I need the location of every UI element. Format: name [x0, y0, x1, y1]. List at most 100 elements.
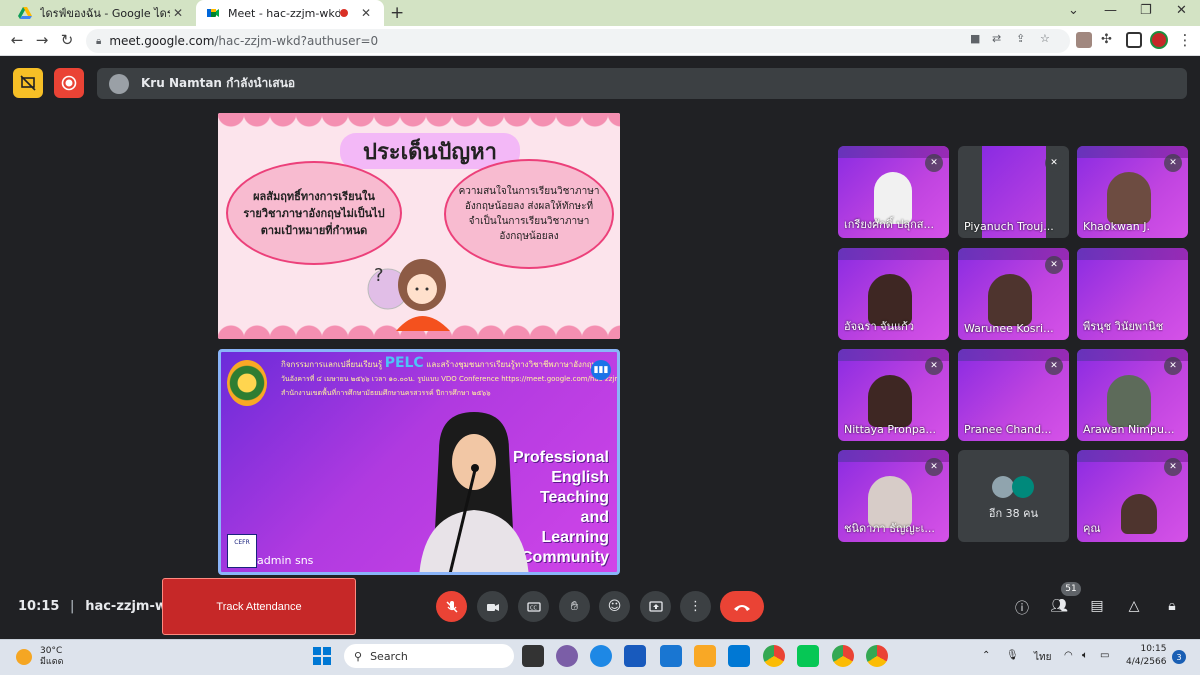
participant-tile[interactable]: พีรนุช วินัยพานิช [1077, 248, 1188, 340]
main-video-tile[interactable]: กิจกรรมการแลกเปลี่ยนเรียนรู้ PELC และสร้… [218, 349, 620, 575]
battery-icon[interactable]: ▭ [1100, 650, 1109, 661]
browser-menu-icon[interactable]: ⋮ [1176, 31, 1194, 49]
address-bar[interactable]: 🔒︎ meet.google.com/hac-zzjm-wkd?authuser… [86, 29, 1070, 53]
mic-off-icon: ✕ [1045, 256, 1063, 274]
camera-toggle-button[interactable] [477, 591, 508, 622]
captions-button[interactable]: CC [518, 591, 549, 622]
chrome-icon[interactable] [763, 645, 785, 667]
translate-icon[interactable]: ⇄ [992, 32, 1001, 45]
close-window-button[interactable]: ✕ [1176, 3, 1187, 18]
restore-button[interactable]: ❐ [1140, 3, 1152, 18]
mail-icon[interactable] [728, 645, 750, 667]
search-placeholder: Search [370, 649, 408, 663]
system-clock[interactable]: 10:15 4/4/2566 [1126, 643, 1166, 669]
camera-in-use-icon[interactable]: ■ [970, 32, 980, 45]
tab-label: Meet - hac-zzjm-wkd [228, 6, 340, 20]
activities-icon[interactable]: △ [1124, 598, 1144, 614]
lock-icon: 🔒︎ [96, 35, 102, 47]
bookmark-star-icon[interactable]: ☆ [1040, 32, 1050, 45]
microphone-icon[interactable]: 🎙︎ [1006, 650, 1019, 661]
people-icon[interactable]: 👥︎ [1049, 598, 1069, 614]
profile-avatar-icon[interactable] [1150, 31, 1168, 49]
share-icon[interactable]: ⇪ [1016, 32, 1025, 45]
participant-name: Khaokwan J. [1083, 220, 1150, 233]
participant-tile[interactable]: ✕ ชนิดาภา ธัญญะเ... [838, 450, 949, 542]
present-icon [648, 600, 663, 612]
reload-icon[interactable]: ↻ [58, 31, 76, 49]
close-tab-icon[interactable]: ✕ [358, 6, 374, 20]
more-options-button[interactable]: ⋮ [680, 591, 711, 622]
windows-start-icon[interactable] [312, 646, 334, 668]
file-explorer-icon[interactable] [694, 645, 716, 667]
weather-widget[interactable]: 30°C มีแดด [16, 646, 63, 668]
chat-app-icon[interactable] [556, 645, 578, 667]
tab-search-icon[interactable]: ⌄ [1068, 3, 1079, 18]
clock-time: 10:15 [1140, 644, 1167, 654]
meeting-details: 10:15 | hac-zzjm-wkd [18, 599, 185, 614]
participant-tile[interactable]: ✕ Nittaya Pronpa... [838, 349, 949, 441]
reactions-button[interactable]: ☺ [599, 591, 630, 622]
participant-tile[interactable]: ✕ เกรียงศักดิ์ ปลุกส... [838, 146, 949, 238]
meeting-info-icon[interactable]: ⓘ [1012, 598, 1032, 618]
presentation-toggle-button[interactable] [13, 68, 43, 98]
chrome-profile-icon[interactable] [866, 645, 888, 667]
host-controls-icon[interactable]: 🔒︎ [1162, 598, 1182, 614]
participant-tile[interactable]: ✕ Warunee Kosri... [958, 248, 1069, 340]
close-tab-icon[interactable]: ✕ [170, 6, 186, 20]
word-icon[interactable] [624, 645, 646, 667]
back-icon[interactable]: ← [8, 31, 26, 49]
participant-tile[interactable]: ✕ Khaokwan J. [1077, 146, 1188, 238]
svg-text:CC: CC [530, 605, 537, 611]
wifi-icon[interactable]: ◠ [1064, 650, 1073, 661]
speaking-indicator-icon: ▮▮▮ [591, 360, 611, 380]
participant-name: อัจฉรา จันแก้ว [844, 320, 915, 333]
minimize-button[interactable]: — [1104, 3, 1117, 18]
participant-tile-self[interactable]: ✕ คุณ [1077, 450, 1188, 542]
extension-avatar-icon[interactable] [1076, 32, 1092, 48]
problem-bubble-right: ความสนใจในการเรียนวิชาภาษาอังกฤษน้อยลง ส… [444, 159, 614, 269]
chrome-profile-icon[interactable] [832, 645, 854, 667]
mic-off-icon: ✕ [925, 458, 943, 476]
line-app-icon[interactable] [797, 645, 819, 667]
url-host: meet.google.com [109, 34, 215, 48]
participant-tile[interactable]: ✕ Piyanuch Trouj... [958, 146, 1069, 238]
banner-date: วันอังคารที่ ๔ เมษายน ๒๕๖๖ เวลา ๑๐.๐๐น. … [281, 375, 620, 383]
raise-hand-button[interactable]: ✋︎ [559, 591, 590, 622]
browser-toolbar: ← → ↻ 🔒︎ meet.google.com/hac-zzjm-wkd?au… [0, 26, 1200, 56]
mic-toggle-button[interactable] [436, 591, 467, 622]
participant-tile[interactable]: ✕ Arawan Nimpu... [1077, 349, 1188, 441]
more-participants-count: อีก 38 คน [988, 507, 1039, 520]
tab-meet[interactable]: Meet - hac-zzjm-wkd ✕ [196, 0, 384, 26]
new-tab-button[interactable]: + [390, 3, 404, 23]
volume-icon[interactable]: 🔈︎ [1082, 650, 1088, 661]
chat-icon[interactable]: ▤ [1087, 598, 1107, 614]
edge-browser-icon[interactable] [590, 645, 612, 667]
participant-video [1107, 375, 1151, 427]
people-count-badge: 51 [1061, 582, 1081, 596]
track-attendance-button[interactable]: Track Attendance [162, 578, 356, 635]
task-view-icon[interactable] [522, 645, 544, 667]
participant-tile[interactable]: อัจฉรา จันแก้ว [838, 248, 949, 340]
weather-condition: มีแดด [40, 657, 64, 667]
participant-tile[interactable]: ✕ Pranee Chand... [958, 349, 1069, 441]
input-language[interactable]: ไทย [1034, 650, 1051, 665]
cefr-logo: CEFR [227, 534, 257, 568]
recording-button[interactable] [54, 68, 84, 98]
separator: | [69, 599, 75, 614]
participant-video [868, 375, 912, 427]
tray-overflow-icon[interactable]: ⌃ [982, 650, 990, 661]
tab-google-drive[interactable]: ไดรฟ์ของฉัน - Google ไดรฟ์ ✕ [8, 0, 196, 26]
taskbar-search-box[interactable]: ⚲ Search [344, 644, 514, 668]
participant-video [988, 274, 1032, 326]
present-screen-button[interactable] [640, 591, 671, 622]
participant-name: Warunee Kosri... [964, 322, 1054, 335]
extensions-puzzle-icon[interactable]: ✣ [1101, 32, 1117, 48]
more-participants-tile[interactable]: อีก 38 คน [958, 450, 1069, 542]
side-panel-icon[interactable] [1126, 32, 1142, 48]
clock-date: 4/4/2566 [1126, 657, 1167, 667]
l-app-icon[interactable] [660, 645, 682, 667]
emoji-icon: ☺ [607, 599, 622, 614]
leave-call-button[interactable] [720, 591, 764, 622]
forward-icon[interactable]: → [33, 31, 51, 49]
notification-badge[interactable]: 3 [1172, 650, 1186, 664]
